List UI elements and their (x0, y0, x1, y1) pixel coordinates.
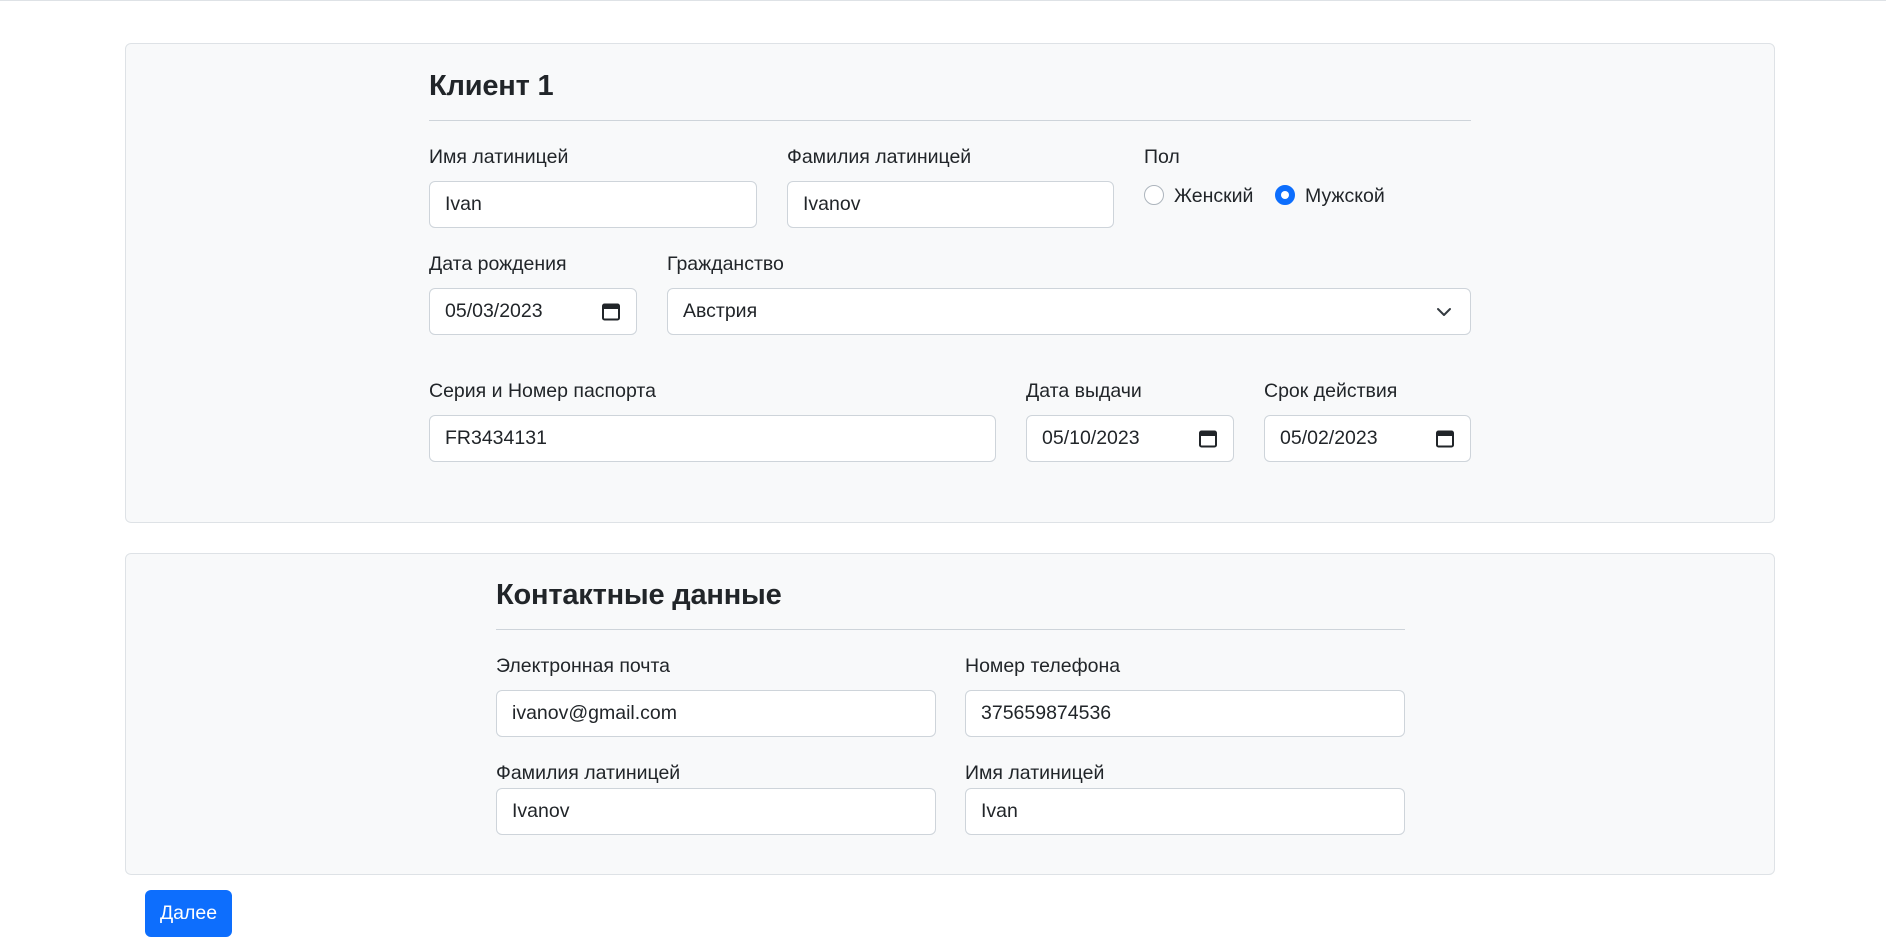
calendar-icon[interactable] (1436, 429, 1454, 448)
citizenship-select[interactable]: Австрия (667, 288, 1471, 335)
email-input[interactable]: ivanov@gmail.com (496, 690, 936, 737)
passport-value: FR3434131 (445, 427, 547, 449)
phone-input[interactable]: 375659874536 (965, 690, 1405, 737)
expiry-date-input[interactable]: 05/02/2023 (1264, 415, 1471, 462)
client-title: Клиент 1 (429, 70, 554, 102)
client-title-divider (429, 120, 1471, 121)
expiry-date-label: Срок действия (1264, 380, 1398, 402)
gender-male-radio[interactable] (1275, 185, 1295, 205)
email-value: ivanov@gmail.com (512, 702, 678, 724)
contact-first-name-input[interactable]: Ivan (965, 788, 1405, 835)
last-name-label: Фамилия латиницей (787, 146, 972, 168)
first-name-value: Ivan (445, 193, 482, 215)
gender-label: Пол (1144, 146, 1180, 168)
gender-male-label[interactable]: Мужской (1305, 186, 1385, 207)
passport-label: Серия и Номер паспорта (429, 380, 656, 402)
phone-value: 375659874536 (981, 702, 1112, 724)
email-label: Электронная почта (496, 655, 671, 677)
issue-date-value: 05/10/2023 (1042, 427, 1140, 449)
last-name-value: Ivanov (803, 193, 861, 215)
gender-female-label[interactable]: Женский (1174, 186, 1253, 207)
birth-date-value: 05/03/2023 (445, 300, 543, 322)
calendar-icon[interactable] (1199, 429, 1217, 448)
first-name-label: Имя латиницей (429, 146, 569, 168)
issue-date-label: Дата выдачи (1026, 380, 1142, 402)
next-button[interactable]: Далее (145, 890, 232, 937)
gender-female-radio[interactable] (1144, 185, 1164, 205)
calendar-icon[interactable] (602, 302, 620, 321)
client-card: Клиент 1 Имя латиницей Ivan Фамилия лати… (125, 43, 1775, 523)
citizenship-label: Гражданство (667, 253, 784, 275)
contact-first-name-label: Имя латиницей (965, 762, 1105, 784)
contacts-title: Контактные данные (496, 579, 782, 611)
expiry-date-value: 05/02/2023 (1280, 427, 1378, 449)
contact-last-name-value: Ivanov (512, 800, 570, 822)
issue-date-input[interactable]: 05/10/2023 (1026, 415, 1234, 462)
chevron-down-icon (1437, 308, 1451, 316)
phone-label: Номер телефона (965, 655, 1121, 677)
first-name-input[interactable]: Ivan (429, 181, 757, 228)
citizenship-value: Австрия (683, 300, 758, 322)
contact-last-name-input[interactable]: Ivanov (496, 788, 936, 835)
top-divider (0, 0, 1886, 1)
birth-date-label: Дата рождения (429, 253, 567, 275)
passport-input[interactable]: FR3434131 (429, 415, 996, 462)
contact-last-name-label: Фамилия латиницей (496, 762, 681, 784)
last-name-input[interactable]: Ivanov (787, 181, 1114, 228)
contact-first-name-value: Ivan (981, 800, 1018, 822)
birth-date-input[interactable]: 05/03/2023 (429, 288, 637, 335)
contacts-card: Контактные данные Электронная почта ivan… (125, 553, 1775, 875)
contacts-title-divider (496, 629, 1405, 630)
